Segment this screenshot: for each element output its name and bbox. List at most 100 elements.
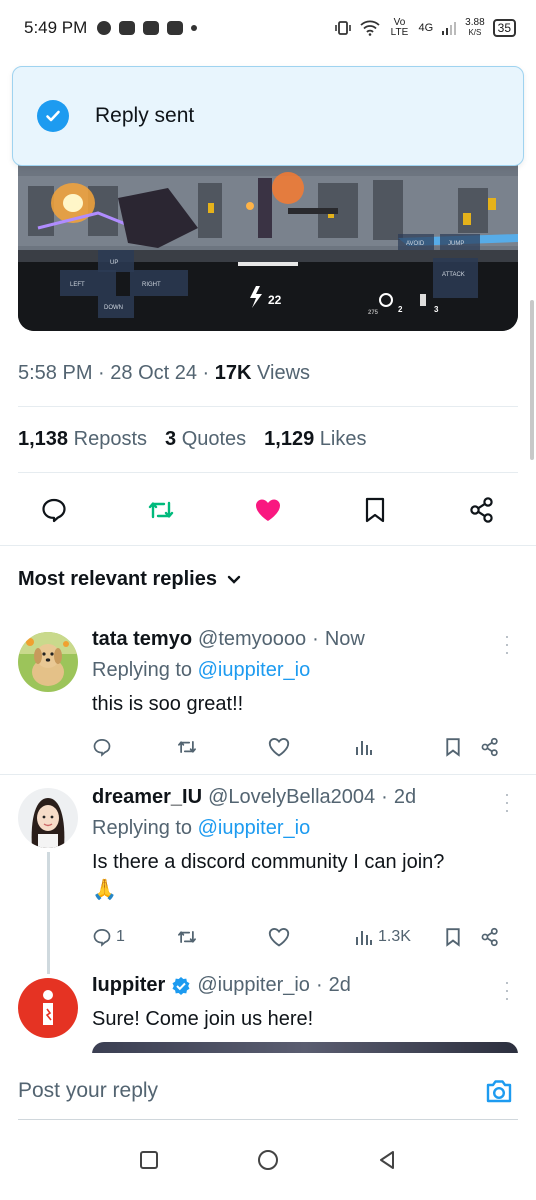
- reposts-stat[interactable]: 1,138 Reposts: [18, 428, 147, 451]
- reply-actions: [92, 732, 512, 762]
- reply-input[interactable]: Post your reply: [18, 1079, 158, 1103]
- reply-emoji: 🙏: [92, 879, 117, 901]
- chevron-down-icon: [227, 575, 241, 584]
- avoid-label: AVOID: [406, 241, 425, 247]
- section-divider: [0, 545, 536, 546]
- divider: [18, 406, 518, 407]
- attack-label: ATTACK: [442, 272, 465, 278]
- dpad-right-label: RIGHT: [142, 282, 161, 288]
- tweet-actions: [18, 490, 518, 530]
- chat-icon: [97, 21, 112, 35]
- status-time: 5:49 PM: [24, 18, 88, 37]
- avatar[interactable]: [18, 788, 78, 848]
- bookmark-icon[interactable]: [359, 494, 391, 526]
- divider: [18, 472, 518, 473]
- sort-label: Most relevant replies: [18, 568, 217, 590]
- share-icon[interactable]: [480, 927, 500, 947]
- reply-count: 1: [116, 928, 125, 945]
- replies-sort-dropdown[interactable]: Most relevant replies: [18, 568, 241, 591]
- mention-link[interactable]: @iuppiter_io: [198, 659, 311, 681]
- tweet-date: 28 Oct 24: [110, 362, 197, 384]
- reply-time: 2d: [328, 974, 351, 996]
- network-type: 4G: [418, 22, 434, 34]
- divider: [18, 1119, 518, 1120]
- like-icon[interactable]: [268, 927, 354, 947]
- avatar[interactable]: [18, 632, 78, 692]
- bookmark-icon[interactable]: [444, 927, 480, 947]
- avatar[interactable]: [18, 978, 78, 1038]
- tweet-media-image[interactable]: UP LEFT RIGHT DOWN AVOID JUMP ATTACK 22 …: [18, 158, 518, 331]
- toast-message: Reply sent: [95, 104, 195, 127]
- reply-icon[interactable]: [92, 737, 176, 757]
- tweet-time: 5:58 PM: [18, 362, 93, 384]
- wifi-icon: [360, 20, 381, 36]
- battery-indicator: 35: [492, 19, 516, 37]
- signal-icon: [442, 22, 457, 35]
- game-scene: UP LEFT RIGHT DOWN AVOID JUMP ATTACK 22 …: [18, 158, 518, 331]
- quotes-stat[interactable]: 3 Quotes: [165, 428, 246, 451]
- discord-icon: [167, 21, 184, 35]
- views-icon[interactable]: [354, 737, 444, 757]
- repost-icon[interactable]: [176, 737, 268, 757]
- share-icon[interactable]: [480, 737, 500, 757]
- tweet-stats: 1,138 Reposts 3 Quotes 1,129 Likes: [18, 428, 367, 451]
- like-icon[interactable]: [252, 494, 284, 526]
- vibrate-icon: [335, 21, 352, 35]
- ammo-b: 3: [434, 305, 439, 314]
- views-count: 17K: [214, 362, 252, 384]
- network-speed: 3.88 K/S: [465, 17, 485, 38]
- reply-header: Iuppiter @iuppiter_io · 2d: [92, 974, 351, 997]
- camera-icon[interactable]: [484, 1077, 514, 1107]
- reply-icon[interactable]: [38, 494, 70, 526]
- reply-time: 2d: [393, 786, 417, 808]
- reply-text: Is there a discord community I can join?: [92, 851, 445, 873]
- bookmark-icon[interactable]: [444, 737, 480, 757]
- recents-square-icon[interactable]: [138, 1149, 160, 1176]
- repost-icon[interactable]: [176, 927, 268, 947]
- replying-to: Replying to @iuppiter_io: [92, 817, 311, 839]
- jump-label: JUMP: [448, 241, 464, 247]
- dpad-up-label: UP: [110, 260, 118, 266]
- dpad-down-label: DOWN: [104, 305, 123, 311]
- reply-author-name[interactable]: dreamer_IU: [92, 786, 202, 809]
- reply-author-name[interactable]: tata temyo: [92, 628, 192, 651]
- scrollbar[interactable]: [530, 300, 534, 460]
- discord-icon: [119, 21, 136, 35]
- like-icon[interactable]: [268, 737, 354, 757]
- share-icon[interactable]: [466, 494, 498, 526]
- verified-badge-icon: [172, 976, 190, 995]
- reply-icon[interactable]: 1: [92, 927, 176, 947]
- reply-text: this is soo great!!: [92, 693, 244, 715]
- ammo-a: 2: [398, 305, 403, 314]
- reply-author-handle[interactable]: @temyoooo: [198, 628, 306, 651]
- more-notifications-icon: [191, 25, 198, 31]
- more-options-icon[interactable]: · · ·: [504, 627, 512, 661]
- check-circle-icon: [37, 100, 69, 132]
- reply-time: Now: [324, 628, 365, 650]
- thread-connector-line: [47, 852, 50, 974]
- reply-author-name[interactable]: Iuppiter: [92, 974, 165, 997]
- more-options-icon[interactable]: · · ·: [504, 785, 512, 819]
- repost-icon[interactable]: [145, 494, 177, 526]
- system-nav-bar: [0, 1125, 536, 1200]
- energy-count: 22: [268, 293, 282, 307]
- reply-actions: 1 1.3K: [92, 922, 512, 952]
- back-triangle-icon[interactable]: [376, 1149, 398, 1176]
- notification-icons: [97, 21, 198, 35]
- mention-link[interactable]: @iuppiter_io: [198, 817, 311, 839]
- home-circle-icon[interactable]: [256, 1148, 280, 1177]
- kill-count: 275: [368, 310, 379, 316]
- reply-header: dreamer_IU @LovelyBella2004 · 2d: [92, 786, 417, 809]
- discord-icon: [143, 21, 160, 35]
- reply-author-handle[interactable]: @LovelyBella2004: [208, 786, 375, 809]
- likes-stat[interactable]: 1,129 Likes: [264, 428, 366, 451]
- views-count: 1.3K: [378, 928, 411, 945]
- reply-sent-toast: Reply sent: [12, 66, 524, 166]
- tweet-timestamp-views: 5:58 PM · 28 Oct 24 · 17K Views: [18, 362, 311, 384]
- reply-header: tata temyo @temyoooo · Now: [92, 628, 365, 651]
- reply-author-handle[interactable]: @iuppiter_io: [197, 974, 310, 997]
- views-icon[interactable]: 1.3K: [354, 927, 444, 947]
- views-label: Views: [257, 362, 311, 384]
- more-options-icon[interactable]: · · ·: [504, 973, 512, 1007]
- dpad-left-label: LEFT: [70, 282, 85, 288]
